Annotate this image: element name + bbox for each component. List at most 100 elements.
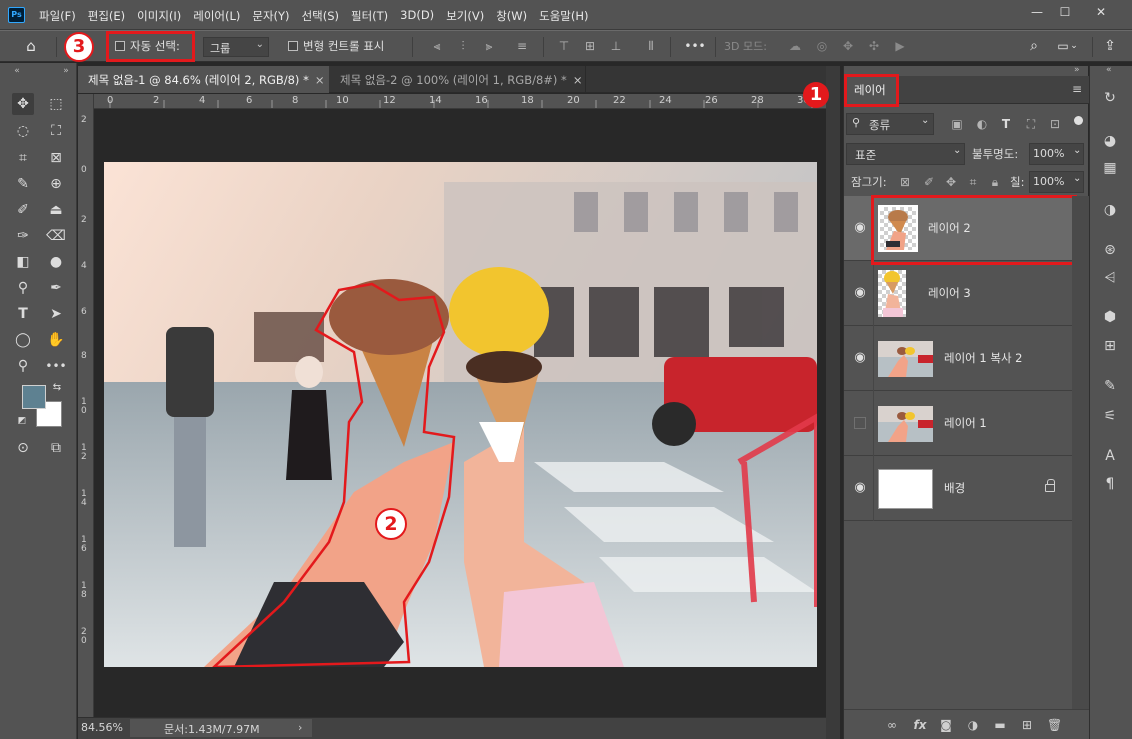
character-icon[interactable]: A (1100, 446, 1120, 466)
layer-row-layer-1-copy-2[interactable]: ◉ 레이어 1 복사 2 (844, 326, 1072, 391)
layer-name[interactable]: 레이어 1 복사 2 (944, 350, 1023, 366)
menu-select[interactable]: 선택(S) (302, 8, 339, 24)
collapse-icon[interactable]: « (6, 65, 28, 77)
eraser-tool-icon[interactable]: ⌫ (45, 225, 67, 247)
distribute-horizontal-icon[interactable]: ≡ (515, 39, 529, 53)
3d-pan-icon[interactable]: ✥ (841, 39, 855, 53)
healing-tool-icon[interactable]: ⊕ (45, 173, 67, 195)
menu-layer[interactable]: 레이어(L) (193, 8, 240, 24)
marquee-tool-icon[interactable]: ⬚ (45, 93, 67, 115)
object-select-tool-icon[interactable]: ⛶ (45, 120, 67, 142)
lock-position-icon[interactable]: ✥ (944, 175, 958, 189)
lock-all-icon[interactable]: 🔒︎ (988, 175, 1002, 189)
more-options-icon[interactable]: ••• (684, 39, 706, 53)
default-colors-icon[interactable]: ◩ (16, 415, 28, 427)
swap-colors-icon[interactable]: ⇆ (50, 381, 64, 395)
layer-row-layer-3[interactable]: ◉ 레이어 3 (844, 261, 1072, 326)
align-top-icon[interactable]: ⊤ (557, 39, 571, 53)
brush-tool-icon[interactable]: ✐ (12, 199, 34, 221)
screen-mode-icon[interactable]: ⧉ (45, 437, 67, 459)
tab-layers[interactable]: 레이어 (846, 76, 896, 104)
fx-icon[interactable]: fx (913, 718, 927, 732)
layers-scrollbar[interactable] (1072, 196, 1089, 711)
close-icon[interactable]: × (573, 73, 583, 87)
eyedropper-tool-icon[interactable]: ✎ (12, 173, 34, 195)
hand-tool-icon[interactable]: ✋ (45, 329, 67, 351)
layer-row-background[interactable]: ◉ 배경 (844, 456, 1072, 521)
link-layers-icon[interactable]: ∞ (885, 718, 899, 732)
filter-type-icon[interactable]: T (999, 117, 1013, 131)
vertical-ruler[interactable]: 2 0 2 4 6 8 10 12 14 16 18 20 (78, 94, 94, 717)
3d-roll-icon[interactable]: ◎ (815, 39, 829, 53)
new-group-icon[interactable]: ▬ (993, 718, 1007, 732)
menu-help[interactable]: 도움말(H) (539, 8, 588, 24)
filter-toggle[interactable] (1074, 116, 1083, 125)
brush-settings-icon[interactable]: ⚟ (1100, 406, 1120, 426)
layer-row-layer-1[interactable]: 레이어 1 (844, 391, 1072, 456)
layer-mask-icon[interactable]: ◙ (939, 718, 953, 732)
swatches-icon[interactable]: ▦ (1100, 158, 1120, 178)
3d-orbit-icon[interactable]: ☁ (788, 39, 802, 53)
opacity-field[interactable]: 100% ⌄ (1029, 143, 1084, 165)
auto-select-checkbox[interactable]: 자동 선택: (115, 38, 180, 54)
lock-pixels-icon[interactable]: ✐ (922, 175, 936, 189)
menu-window[interactable]: 창(W) (496, 8, 527, 24)
transform-controls-checkbox[interactable]: 변형 컨트롤 표시 (288, 38, 384, 54)
properties-icon[interactable]: ⊞ (1100, 336, 1120, 356)
brushes-icon[interactable]: ✎ (1100, 376, 1120, 396)
align-center-icon[interactable]: ⫶ (456, 39, 470, 53)
filter-smart-object-icon[interactable]: ⊡ (1048, 117, 1062, 131)
menu-type[interactable]: 문자(Y) (252, 8, 289, 24)
trash-icon[interactable]: 🗑︎ (1047, 718, 1062, 732)
layer-name[interactable]: 배경 (944, 480, 965, 496)
filter-pixel-icon[interactable]: ▣ (950, 117, 964, 131)
type-tool-icon[interactable]: T (12, 303, 34, 325)
panel-menu-icon[interactable]: ≡ (1072, 82, 1082, 96)
blur-tool-icon[interactable]: ● (45, 251, 67, 273)
3d-camera-icon[interactable]: ▶ (893, 39, 907, 53)
fill-field[interactable]: 100% ⌄ (1029, 171, 1084, 193)
eye-icon[interactable]: ◉ (852, 286, 868, 300)
document-image[interactable] (104, 162, 817, 667)
eye-icon[interactable]: ◉ (852, 351, 868, 365)
foreground-color-swatch[interactable] (22, 385, 46, 409)
adjustments-icon[interactable]: ◑ (1100, 200, 1120, 220)
align-bottom-icon[interactable]: ⊥ (609, 39, 623, 53)
move-tool-icon[interactable]: ✥ (12, 93, 34, 115)
eye-icon[interactable]: ◉ (852, 221, 868, 235)
layer-name[interactable]: 레이어 2 (928, 220, 971, 236)
layer-row-layer-2[interactable]: ◉ 레이어 2 (844, 196, 1072, 261)
filter-shape-icon[interactable]: ⛶ (1024, 117, 1038, 131)
workspace-icon[interactable]: ▭ (1056, 39, 1070, 53)
lock-transparent-icon[interactable]: ⊠ (898, 175, 912, 189)
search-icon[interactable]: ⌕ (1027, 39, 1041, 53)
visibility-toggle-off[interactable] (854, 417, 866, 429)
lock-artboard-icon[interactable]: ⌗ (966, 175, 980, 189)
3d-icon[interactable]: ⬢ (1100, 307, 1120, 327)
distribute-vertical-icon[interactable]: ⦀ (644, 39, 658, 53)
layer-name[interactable]: 레이어 3 (928, 285, 971, 301)
zoom-tool-icon[interactable]: ⚲ (12, 355, 34, 377)
shape-tool-icon[interactable]: ◯ (12, 329, 34, 351)
toolbar-options-icon[interactable]: » (55, 65, 77, 77)
expand-icon[interactable]: » (1074, 65, 1080, 75)
align-middle-icon[interactable]: ⊞ (583, 39, 597, 53)
auto-select-target-dropdown[interactable]: 그룹 ⌄ (203, 37, 269, 57)
close-button[interactable]: ✕ (1086, 2, 1116, 22)
layer-name[interactable]: 레이어 1 (944, 415, 987, 431)
stamp-tool-icon[interactable]: ⏏ (45, 199, 67, 221)
edit-toolbar-icon[interactable]: ••• (45, 355, 67, 377)
home-icon[interactable]: ⌂ (24, 39, 38, 54)
menu-file[interactable]: 파일(F) (39, 8, 76, 24)
channels-icon[interactable]: ⊛ (1100, 240, 1120, 260)
history-icon[interactable]: ↻ (1100, 88, 1120, 108)
chevron-right-icon[interactable]: › (298, 721, 302, 734)
minimize-button[interactable]: — (1022, 2, 1052, 22)
canvas-area[interactable]: 2 (95, 110, 826, 717)
3d-slide-icon[interactable]: ✣ (867, 39, 881, 53)
adjustment-layer-icon[interactable]: ◑ (966, 718, 980, 732)
align-right-icon[interactable]: ⫸ (482, 39, 496, 53)
collapse-icon[interactable]: « (1106, 65, 1112, 75)
menu-filter[interactable]: 필터(T) (351, 8, 388, 24)
menu-edit[interactable]: 편집(E) (88, 8, 125, 24)
